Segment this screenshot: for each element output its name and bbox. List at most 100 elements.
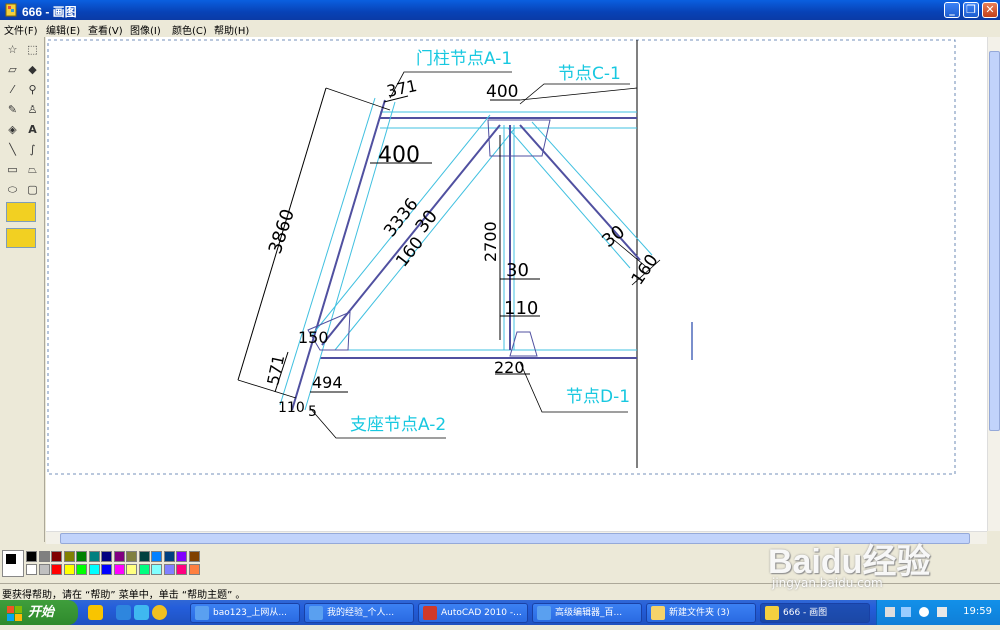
task-bao123[interactable]: bao123_上网从...: [190, 603, 300, 623]
rounded-rect-icon[interactable]: ▢: [24, 181, 41, 198]
title-bar[interactable]: 666 - 画图 _ ❐ ✕: [0, 0, 1000, 20]
menu-help[interactable]: 帮助(H): [214, 22, 249, 37]
label-node-a2: 支座节点A-2: [350, 415, 446, 435]
dim-30-right: 30: [598, 221, 629, 252]
label-node-c1: 节点C-1: [558, 64, 621, 84]
dim-30-mid: 30: [506, 260, 529, 281]
menu-file[interactable]: 文件(F): [4, 22, 38, 37]
network-icon[interactable]: [919, 607, 929, 617]
color-swatch[interactable]: [138, 563, 150, 575]
color-swatch[interactable]: [163, 551, 175, 562]
dim-571: 571: [263, 353, 288, 387]
ellipse-icon[interactable]: ⬭: [4, 181, 21, 198]
color-swatch[interactable]: [113, 551, 125, 562]
color-swatch[interactable]: [163, 563, 175, 575]
text-icon[interactable]: A: [24, 121, 41, 138]
volume-icon[interactable]: [937, 607, 947, 617]
label-node-d1: 节点D-1: [566, 387, 630, 407]
color-swatch[interactable]: [51, 563, 62, 575]
color-swatch[interactable]: [38, 551, 50, 562]
dim-400-left: 400: [378, 143, 420, 168]
dim-110-bottom: 110: [278, 400, 305, 416]
color-swatch[interactable]: [26, 551, 37, 562]
windows-flag-icon: [7, 605, 23, 621]
cad-drawing: 门柱节点A-1 节点C-1 节点D-1 支座节点A-2 371 400 400 …: [47, 39, 956, 475]
color-swatch[interactable]: [88, 551, 100, 562]
menu-view[interactable]: 查看(V): [88, 22, 123, 37]
color-swatch[interactable]: [88, 563, 100, 575]
rectangle-icon[interactable]: ▭: [4, 161, 21, 178]
dim-2700: 2700: [481, 221, 500, 262]
color-swatch[interactable]: [76, 551, 87, 562]
task-editor[interactable]: 高级编辑器_百...: [532, 603, 642, 623]
curve-icon[interactable]: ∫: [24, 141, 41, 158]
brush-icon[interactable]: ♙: [24, 101, 41, 118]
dim-494: 494: [312, 373, 343, 392]
rect-select-icon[interactable]: ⬚: [24, 41, 41, 58]
menu-edit[interactable]: 编辑(E): [46, 22, 80, 37]
transparent-mode-icon[interactable]: [6, 228, 36, 248]
status-text: 要获得帮助，请在 “帮助” 菜单中，单击 “帮助主题” 。: [2, 590, 246, 601]
color-swatch[interactable]: [176, 563, 187, 575]
color-swatch[interactable]: [38, 563, 50, 575]
left-column: [291, 99, 386, 411]
color-swatch[interactable]: [126, 563, 137, 575]
fill-bucket-icon[interactable]: ◆: [24, 61, 41, 78]
color-swatch[interactable]: [51, 551, 62, 562]
dim-160-right: 160: [628, 251, 663, 289]
task-label: 666 - 画图: [783, 608, 828, 618]
color-swatch[interactable]: [151, 563, 162, 575]
color-swatch[interactable]: [76, 563, 87, 575]
maximize-button[interactable]: ❐: [963, 2, 979, 18]
quicklaunch-icon-2[interactable]: [134, 605, 149, 620]
color-swatch[interactable]: [188, 551, 200, 562]
dim-110: 110: [504, 298, 538, 319]
keyboard-icon[interactable]: [885, 607, 895, 617]
task-label: 新建文件夹 (3): [669, 608, 730, 618]
watermark-url: jingyan.baidu.com: [772, 576, 883, 590]
magnifier-icon[interactable]: ⚲: [24, 81, 41, 98]
color-swatch[interactable]: [188, 563, 200, 575]
color-swatch[interactable]: [138, 551, 150, 562]
paint-app-icon: [5, 3, 17, 17]
color-swatch[interactable]: [113, 563, 125, 575]
color-swatch[interactable]: [101, 551, 112, 562]
line-icon[interactable]: ╲: [4, 141, 21, 158]
quicklaunch-icon-3[interactable]: [152, 605, 167, 620]
quicklaunch-icon-1[interactable]: [88, 605, 103, 620]
color-swatch[interactable]: [176, 551, 187, 562]
free-select-icon[interactable]: ☆: [4, 41, 21, 58]
color-swatch[interactable]: [126, 551, 137, 562]
opaque-mode-icon[interactable]: [6, 202, 36, 222]
ie-icon[interactable]: [116, 605, 131, 620]
color-swatch[interactable]: [151, 551, 162, 562]
color-swatch[interactable]: [63, 563, 75, 575]
close-button[interactable]: ✕: [982, 2, 998, 18]
task-autocad[interactable]: AutoCAD 2010 -...: [418, 603, 528, 623]
color-swatch[interactable]: [26, 563, 37, 575]
task-folder[interactable]: 新建文件夹 (3): [646, 603, 756, 623]
dim-220: 220: [494, 358, 525, 377]
color-picker-icon[interactable]: ⁄: [4, 81, 21, 98]
drawing-canvas[interactable]: 门柱节点A-1 节点C-1 节点D-1 支座节点A-2 371 400 400 …: [46, 37, 987, 531]
menu-bar: 文件(F) 编辑(E) 查看(V) 图像(I) 颜色(C) 帮助(H): [0, 20, 1000, 37]
ie-icon: [195, 606, 209, 620]
color-swatch[interactable]: [63, 551, 75, 562]
window-title: 666 - 画图: [22, 5, 77, 19]
menu-colors[interactable]: 颜色(C): [172, 22, 207, 37]
airbrush-icon[interactable]: ◈: [4, 121, 21, 138]
pen-icon[interactable]: [901, 607, 911, 617]
color-swatch[interactable]: [101, 563, 112, 575]
vertical-scroll-thumb[interactable]: [989, 51, 1000, 431]
task-paint[interactable]: 666 - 画图: [760, 603, 870, 623]
current-colors[interactable]: [2, 550, 24, 577]
polygon-icon[interactable]: ⏢: [24, 161, 41, 178]
minimize-button[interactable]: _: [944, 2, 960, 18]
menu-image[interactable]: 图像(I): [130, 22, 161, 37]
ie-icon: [537, 606, 551, 620]
pencil-icon[interactable]: ✎: [4, 101, 21, 118]
start-button[interactable]: 开始: [0, 600, 78, 625]
task-jingyan[interactable]: 我的经验_个人...: [304, 603, 414, 623]
eraser-icon[interactable]: ▱: [4, 61, 21, 78]
vertical-scrollbar[interactable]: [987, 37, 1000, 531]
